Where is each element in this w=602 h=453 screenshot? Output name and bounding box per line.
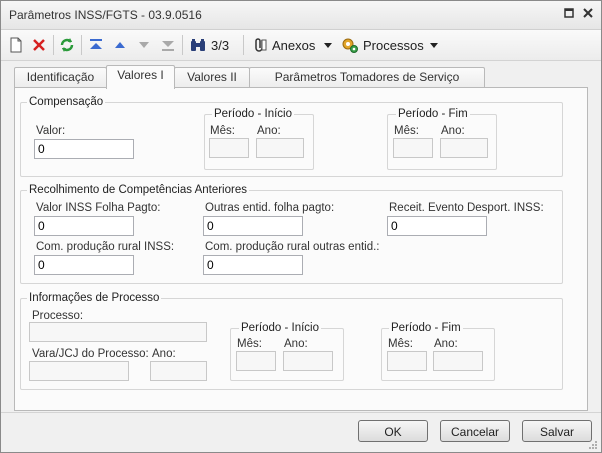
- tab-identificacao[interactable]: Identificação: [14, 67, 107, 88]
- window-title: Parâmetros INSS/FGTS - 03.9.0516: [9, 8, 202, 22]
- compensacao-title: Compensação: [27, 96, 106, 109]
- com-prod-rural-label: Com. produção rural INSS:: [36, 241, 175, 253]
- compensacao-fim-ano-label: Ano:: [441, 125, 465, 137]
- com-prod-rural-outras-input[interactable]: [203, 255, 303, 275]
- compensacao-fim-mes-input[interactable]: [393, 138, 433, 158]
- tab-panel: Compensação Valor: Período - Início Mês:…: [14, 87, 588, 411]
- compensacao-inicio-ano-label: Ano:: [257, 125, 281, 137]
- processo-inicio-ano-label: Ano:: [284, 338, 308, 350]
- salvar-button[interactable]: Salvar: [522, 420, 592, 442]
- processo-fim-ano-input[interactable]: [433, 351, 483, 371]
- processo-periodo-inicio-title: Período - Início: [239, 322, 321, 335]
- processo-title: Informações de Processo: [27, 292, 162, 305]
- processo-fim-mes-input[interactable]: [387, 351, 427, 371]
- next-record-icon[interactable]: [135, 36, 153, 54]
- valor-label: Valor:: [36, 125, 66, 137]
- binoculars-icon[interactable]: [189, 36, 207, 54]
- title-bar: Parâmetros INSS/FGTS - 03.9.0516: [1, 1, 601, 30]
- compensacao-inicio-mes-input[interactable]: [209, 138, 249, 158]
- resize-grip-icon[interactable]: [588, 439, 598, 449]
- valor-input[interactable]: [34, 139, 134, 159]
- compensacao-periodo-fim-title: Período - Fim: [396, 108, 470, 121]
- compensacao-inicio-ano-input[interactable]: [256, 138, 304, 158]
- toolbar-separator: [243, 35, 244, 55]
- cancelar-button[interactable]: Cancelar: [440, 420, 510, 442]
- toolbar-separator: [53, 35, 54, 55]
- tab-valores-ii[interactable]: Valores II: [174, 67, 250, 88]
- toolbar-separator: [81, 35, 82, 55]
- compensacao-inicio-mes-label: Mês:: [210, 125, 235, 137]
- com-prod-rural-input[interactable]: [34, 255, 134, 275]
- previous-record-icon[interactable]: [111, 36, 129, 54]
- processos-gear-icon[interactable]: [341, 36, 359, 54]
- vara-input[interactable]: [29, 361, 129, 381]
- processo-inicio-mes-input[interactable]: [236, 351, 276, 371]
- processos-menu[interactable]: Processos: [363, 38, 424, 53]
- compensacao-periodo-inicio-title: Período - Início: [212, 108, 294, 121]
- footer-divider: [1, 412, 601, 413]
- last-record-icon[interactable]: [159, 36, 177, 54]
- ok-button[interactable]: OK: [358, 420, 428, 442]
- processo-periodo-fim-title: Período - Fim: [389, 322, 463, 335]
- vara-label: Vara/JCJ do Processo:: [32, 348, 149, 360]
- processo-fim-mes-label: Mês:: [388, 338, 413, 350]
- outras-entid-input[interactable]: [203, 216, 303, 236]
- close-icon[interactable]: [580, 7, 596, 23]
- processo-input[interactable]: [29, 322, 207, 342]
- tab-parametros-tomadores[interactable]: Parâmetros Tomadores de Serviço: [249, 67, 485, 88]
- tab-valores-i[interactable]: Valores I: [106, 65, 175, 89]
- chevron-down-icon[interactable]: [324, 43, 332, 48]
- compensacao-fim-mes-label: Mês:: [394, 125, 419, 137]
- anexos-menu[interactable]: Anexos: [272, 38, 315, 53]
- delete-icon[interactable]: [30, 36, 48, 54]
- recolhimento-title: Recolhimento de Competências Anteriores: [27, 184, 249, 197]
- processo-inicio-ano-input[interactable]: [283, 351, 333, 371]
- valor-inss-input[interactable]: [34, 216, 134, 236]
- valor-inss-label: Valor INSS Folha Pagto:: [36, 202, 161, 214]
- dialog-window: Parâmetros INSS/FGTS - 03.9.0516 3/3 Ane…: [0, 0, 602, 453]
- paperclip-icon[interactable]: [251, 36, 269, 54]
- compensacao-fim-ano-input[interactable]: [440, 138, 488, 158]
- toolbar: 3/3 Anexos Processos: [1, 30, 601, 61]
- processo-ano-label: Ano:: [152, 348, 176, 360]
- processo-inicio-mes-label: Mês:: [237, 338, 262, 350]
- receit-evento-label: Receit. Evento Desport. INSS:: [389, 202, 544, 214]
- outras-entid-label: Outras entid. folha pagto:: [205, 202, 335, 214]
- toolbar-separator: [182, 35, 183, 55]
- processo-ano-input[interactable]: [150, 361, 207, 381]
- receit-evento-input[interactable]: [387, 216, 487, 236]
- com-prod-rural-outras-label: Com. produção rural outras entid.:: [205, 241, 380, 253]
- first-record-icon[interactable]: [87, 36, 105, 54]
- processo-fim-ano-label: Ano:: [434, 338, 458, 350]
- refresh-icon[interactable]: [58, 36, 76, 54]
- chevron-down-icon[interactable]: [430, 43, 438, 48]
- record-counter: 3/3: [211, 38, 230, 53]
- restore-icon[interactable]: [561, 7, 577, 23]
- new-document-icon[interactable]: [7, 36, 25, 54]
